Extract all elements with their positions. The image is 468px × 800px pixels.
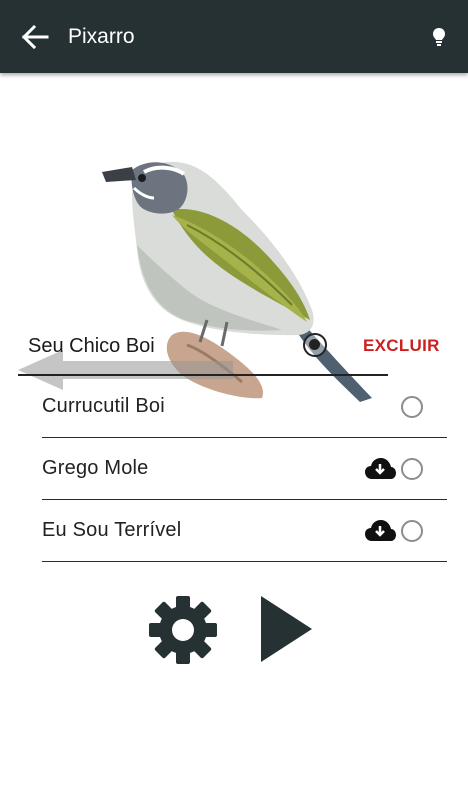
radio-button[interactable] <box>401 396 423 418</box>
list-item[interactable]: Eu Sou Terrível <box>42 500 447 562</box>
radio-selected[interactable] <box>303 333 327 357</box>
delete-button[interactable]: EXCLUIR <box>363 336 440 356</box>
gear-icon <box>149 596 217 664</box>
cloud-download-icon[interactable] <box>364 457 396 481</box>
list-item-label: Currucutil Boi <box>42 395 165 417</box>
list-item[interactable]: Currucutil Boi <box>42 376 447 438</box>
play-button[interactable] <box>259 596 313 662</box>
cloud-download-icon[interactable] <box>364 519 396 543</box>
page-title: Pixarro <box>68 25 135 48</box>
arrow-left-icon <box>21 24 49 50</box>
swiped-list-item[interactable]: Seu Chico Boi EXCLUIR <box>18 326 448 390</box>
radio-button[interactable] <box>401 520 423 542</box>
list-item[interactable]: Grego Mole <box>42 438 447 500</box>
tip-button[interactable] <box>426 24 452 50</box>
app-bar: Pixarro <box>0 0 468 73</box>
list-item-label: Seu Chico Boi <box>28 335 155 357</box>
settings-button[interactable] <box>147 594 219 666</box>
list-item-label: Eu Sou Terrível <box>42 519 182 541</box>
play-icon <box>261 596 312 662</box>
back-button[interactable] <box>18 22 54 52</box>
list-item-label: Grego Mole <box>42 457 149 479</box>
radio-button[interactable] <box>401 458 423 480</box>
lightbulb-icon <box>433 28 445 46</box>
